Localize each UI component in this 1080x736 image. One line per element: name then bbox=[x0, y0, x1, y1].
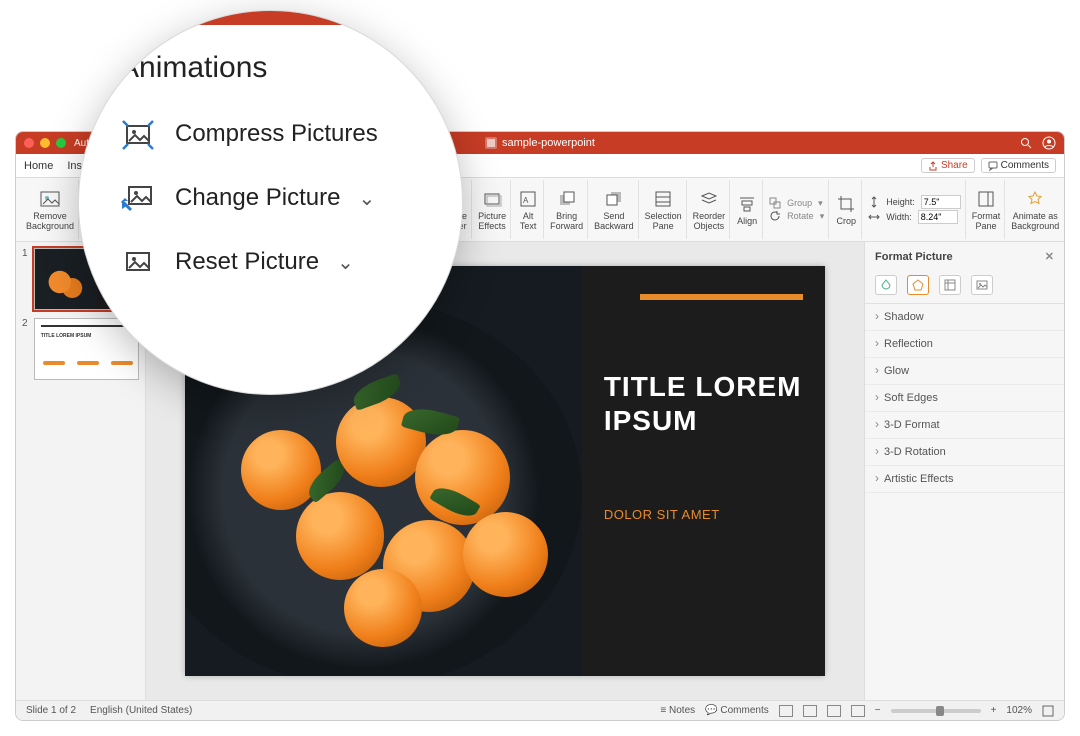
animate-bg-icon bbox=[1025, 189, 1045, 209]
chevron-down-icon: ⌄ bbox=[337, 250, 354, 275]
slide-title[interactable]: TITLE LOREM IPSUM bbox=[604, 370, 803, 437]
format-pane-button[interactable]: Format Pane bbox=[968, 180, 1006, 239]
document-title: sample-powerpoint bbox=[485, 137, 595, 149]
rotate-icon bbox=[769, 210, 781, 222]
share-button[interactable]: Share bbox=[921, 158, 975, 173]
language-status[interactable]: English (United States) bbox=[90, 705, 192, 716]
width-input[interactable] bbox=[918, 210, 958, 224]
panel-title: Format Picture bbox=[875, 251, 953, 263]
slide-subtitle[interactable]: DOLOR SIT AMET bbox=[604, 507, 803, 522]
selection-pane-button[interactable]: Selection Pane bbox=[641, 180, 687, 239]
reading-view-icon[interactable] bbox=[827, 705, 841, 717]
format-picture-panel: Format Picture ✕ Shadow Reflection Glow … bbox=[864, 242, 1064, 700]
account-icon[interactable] bbox=[1042, 136, 1056, 150]
normal-view-icon[interactable] bbox=[779, 705, 793, 717]
picture-effects-button[interactable]: Picture Effects bbox=[474, 180, 511, 239]
group-icon bbox=[769, 197, 781, 209]
section-3d-rotation[interactable]: 3-D Rotation bbox=[865, 439, 1064, 466]
section-artistic-effects[interactable]: Artistic Effects bbox=[865, 466, 1064, 493]
fit-to-window-icon[interactable] bbox=[1042, 705, 1054, 717]
rotate-button[interactable]: Rotate ▾ bbox=[769, 210, 824, 222]
remove-bg-icon bbox=[39, 188, 61, 210]
height-icon bbox=[868, 196, 880, 208]
comment-icon bbox=[988, 161, 998, 171]
section-reflection[interactable]: Reflection bbox=[865, 331, 1064, 358]
comments-toggle[interactable]: 💬 Comments bbox=[705, 705, 769, 716]
share-icon bbox=[928, 161, 938, 171]
animate-as-background-button[interactable]: Animate as Background bbox=[1007, 180, 1063, 239]
slide-counter[interactable]: Slide 1 of 2 bbox=[26, 705, 76, 716]
reorder-icon bbox=[699, 189, 719, 209]
minimize-window-icon[interactable] bbox=[40, 138, 50, 148]
reset-picture-button[interactable]: Reset Picture ⌄ bbox=[119, 243, 432, 281]
comments-button[interactable]: Comments bbox=[981, 158, 1056, 173]
tab-home[interactable]: Home bbox=[24, 160, 53, 172]
effects-tab[interactable] bbox=[907, 275, 929, 295]
powerpoint-file-icon bbox=[485, 137, 497, 149]
change-picture-icon bbox=[119, 179, 157, 217]
compress-pictures-icon bbox=[119, 115, 157, 153]
height-input[interactable] bbox=[921, 195, 961, 209]
slide-text-area: TITLE LOREM IPSUM DOLOR SIT AMET bbox=[582, 266, 825, 676]
reset-picture-icon bbox=[119, 243, 157, 281]
section-soft-edges[interactable]: Soft Edges bbox=[865, 385, 1064, 412]
magnifier-callout: Animations Compress Pictures Change Pict… bbox=[78, 10, 463, 395]
group-rotate-group: Group ▾ Rotate ▾ bbox=[765, 180, 829, 239]
sorter-view-icon[interactable] bbox=[803, 705, 817, 717]
compress-pictures-button[interactable]: Compress Pictures bbox=[119, 115, 432, 153]
close-window-icon[interactable] bbox=[24, 138, 34, 148]
section-shadow[interactable]: Shadow bbox=[865, 304, 1064, 331]
slideshow-view-icon[interactable] bbox=[851, 705, 865, 717]
thumb-number: 1 bbox=[22, 248, 30, 310]
panel-category-tabs bbox=[865, 271, 1064, 304]
bring-forward-button[interactable]: Bring Forward bbox=[546, 180, 588, 239]
format-pane-icon bbox=[976, 189, 996, 209]
close-panel-button[interactable]: ✕ bbox=[1045, 250, 1054, 263]
alt-text-button[interactable]: A Alt Text bbox=[513, 180, 544, 239]
group-button[interactable]: Group ▾ bbox=[769, 197, 824, 209]
section-glow[interactable]: Glow bbox=[865, 358, 1064, 385]
magnifier-heading: Animations bbox=[119, 51, 432, 85]
reorder-objects-button[interactable]: Reorder Objects bbox=[689, 180, 731, 239]
statusbar: Slide 1 of 2 English (United States) ≡ N… bbox=[16, 700, 1064, 720]
selection-pane-icon bbox=[653, 189, 673, 209]
zoom-in-button[interactable]: + bbox=[991, 705, 997, 716]
width-icon bbox=[868, 211, 880, 223]
align-icon bbox=[737, 194, 757, 214]
window-controls bbox=[24, 138, 66, 148]
zoom-out-button[interactable]: − bbox=[875, 705, 881, 716]
crop-button[interactable]: Crop bbox=[831, 180, 862, 239]
svg-text:A: A bbox=[523, 196, 529, 205]
bring-forward-icon bbox=[557, 189, 577, 209]
align-button[interactable]: Align bbox=[732, 180, 763, 239]
size-properties-tab[interactable] bbox=[939, 275, 961, 295]
send-backward-button[interactable]: Send Backward bbox=[590, 180, 639, 239]
size-group: Height: Width: bbox=[864, 180, 966, 239]
effects-icon bbox=[482, 189, 502, 209]
section-3d-format[interactable]: 3-D Format bbox=[865, 412, 1064, 439]
maximize-window-icon[interactable] bbox=[56, 138, 66, 148]
thumb-number: 2 bbox=[22, 318, 30, 380]
notes-toggle[interactable]: ≡ Notes bbox=[660, 705, 695, 716]
picture-tab[interactable] bbox=[971, 275, 993, 295]
zoom-level[interactable]: 102% bbox=[1006, 705, 1032, 716]
chevron-down-icon: ⌄ bbox=[358, 186, 375, 211]
filename: sample-powerpoint bbox=[502, 137, 595, 149]
crop-icon bbox=[836, 194, 856, 214]
send-backward-icon bbox=[604, 189, 624, 209]
remove-background-button[interactable]: Remove Background bbox=[22, 180, 79, 239]
alt-text-icon: A bbox=[518, 189, 538, 209]
search-icon[interactable] bbox=[1020, 137, 1032, 149]
zoom-slider[interactable] bbox=[891, 709, 981, 713]
accent-bar bbox=[640, 294, 803, 300]
fill-line-tab[interactable] bbox=[875, 275, 897, 295]
change-picture-button[interactable]: Change Picture ⌄ bbox=[119, 179, 432, 217]
